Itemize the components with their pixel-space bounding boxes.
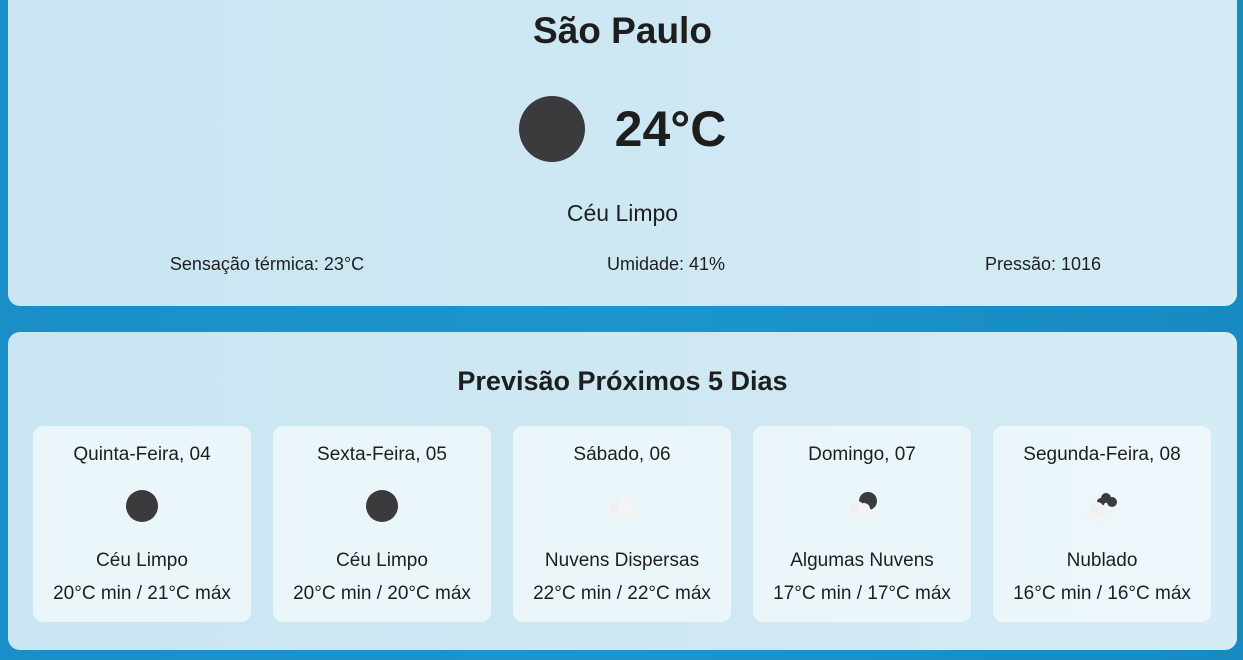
forecast-day: Domingo, 07 Algumas Nuvens 17°C min / 17… <box>753 426 971 622</box>
current-temperature: 24°C <box>614 101 727 157</box>
day-name: Sexta-Feira, 05 <box>317 444 447 465</box>
day-name: Segunda-Feira, 08 <box>1023 444 1181 465</box>
feels-like: Sensação térmica: 23°C <box>169 254 365 274</box>
day-description: Céu Limpo <box>96 550 188 571</box>
day-temperatures: 22°C min / 22°C máx <box>533 583 711 604</box>
day-name: Domingo, 07 <box>808 444 916 465</box>
clear-sun-icon <box>126 490 158 522</box>
forecast-day: Sábado, 06 Nuvens Dispersas 22°C min / 2… <box>513 426 731 622</box>
broken-clouds-icon <box>1085 493 1117 521</box>
day-name: Quinta-Feira, 04 <box>73 444 211 465</box>
forecast-day: Quinta-Feira, 04 Céu Limpo 20°C min / 21… <box>33 426 251 622</box>
day-description: Algumas Nuvens <box>790 550 934 571</box>
forecast-days: Quinta-Feira, 04 Céu Limpo 20°C min / 21… <box>33 426 1211 622</box>
humidity: Umidade: 41% <box>606 254 726 274</box>
day-description: Nuvens Dispersas <box>544 550 700 571</box>
day-temperatures: 20°C min / 21°C máx <box>53 583 231 604</box>
day-description: Nublado <box>1066 550 1138 571</box>
city-name: São Paulo <box>533 10 712 51</box>
day-name: Sábado, 06 <box>573 444 671 465</box>
current-main-row: 24°C <box>8 96 1237 162</box>
forecast-day: Sexta-Feira, 05 Céu Limpo 20°C min / 20°… <box>273 426 491 622</box>
clear-sun-icon <box>366 490 398 522</box>
day-temperatures: 16°C min / 16°C máx <box>1013 583 1191 604</box>
day-temperatures: 20°C min / 20°C máx <box>293 583 471 604</box>
current-weather-card: São Paulo 24°C Céu Limpo Sensação térmic… <box>8 0 1237 306</box>
few-clouds-icon <box>845 492 877 520</box>
forecast-card: Previsão Próximos 5 Dias Quinta-Feira, 0… <box>8 332 1237 650</box>
scattered-clouds-icon <box>605 497 639 521</box>
forecast-day: Segunda-Feira, 08 Nublado 16°C min / 16°… <box>993 426 1211 622</box>
pressure: Pressão: 1016 <box>984 254 1102 274</box>
clear-sun-icon <box>518 96 585 162</box>
day-description: Céu Limpo <box>336 550 428 571</box>
forecast-title: Previsão Próximos 5 Dias <box>457 366 788 396</box>
day-temperatures: 17°C min / 17°C máx <box>773 583 951 604</box>
current-description: Céu Limpo <box>566 200 679 226</box>
